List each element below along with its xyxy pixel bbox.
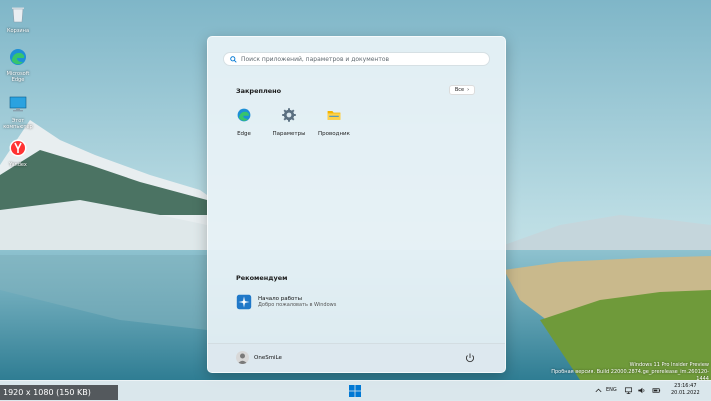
desktop-icon-label: Microsoft Edge bbox=[6, 71, 30, 83]
desktop-icon-edge[interactable]: Microsoft Edge bbox=[2, 47, 34, 83]
file-explorer-icon bbox=[327, 111, 341, 120]
language-indicator[interactable]: ENG bbox=[606, 387, 617, 393]
chevron-right-icon: › bbox=[467, 87, 470, 93]
user-account-button[interactable]: OneSmiLe bbox=[236, 351, 282, 364]
pinned-app-edge[interactable]: Edge bbox=[224, 107, 264, 137]
edge-icon bbox=[237, 108, 251, 122]
settings-gear-icon bbox=[282, 108, 296, 122]
all-apps-button[interactable]: Все › bbox=[449, 85, 475, 95]
image-resolution-badge: 1920 x 1080 (150 KB) bbox=[0, 385, 118, 400]
windows-start-icon[interactable] bbox=[348, 384, 362, 398]
edge-icon bbox=[10, 49, 26, 65]
recommended-item-subtitle: Добро пожаловать в Windows bbox=[258, 302, 337, 308]
network-icon[interactable] bbox=[624, 386, 633, 395]
desktop-icon-recycle-bin[interactable]: Корзина bbox=[2, 4, 34, 34]
power-icon[interactable] bbox=[464, 352, 476, 364]
computer-icon bbox=[9, 96, 27, 112]
desktop-icon-label: Yandex bbox=[9, 162, 27, 168]
clock[interactable]: 23:16:47 20.01.2022 bbox=[671, 383, 700, 397]
recommended-section-title: Рекомендуем bbox=[236, 274, 288, 282]
pinned-app-label: Edge bbox=[237, 131, 251, 137]
desktop-icon-label: Корзина bbox=[6, 28, 30, 34]
pinned-app-file-explorer[interactable]: Проводник bbox=[314, 107, 354, 137]
clock-time: 23:16:47 bbox=[674, 383, 697, 389]
yandex-browser-icon bbox=[9, 139, 27, 157]
pinned-app-label: Проводник bbox=[318, 131, 350, 137]
pinned-app-label: Параметры bbox=[272, 131, 306, 137]
start-menu: Поиск приложений, параметров и документо… bbox=[207, 36, 506, 373]
volume-icon[interactable] bbox=[637, 386, 646, 395]
pinned-section-title: Закреплено bbox=[236, 87, 282, 95]
start-search-input[interactable]: Поиск приложений, параметров и документо… bbox=[223, 52, 490, 66]
start-menu-footer: OneSmiLe bbox=[208, 343, 505, 372]
recycle-bin-icon bbox=[12, 7, 24, 23]
desktop-icon-label: Этот компьютер bbox=[3, 118, 33, 130]
clock-date: 20.01.2022 bbox=[671, 390, 700, 396]
desktop-icon-this-pc[interactable]: Этот компьютер bbox=[2, 94, 34, 130]
battery-icon[interactable] bbox=[652, 386, 661, 395]
user-icon bbox=[237, 353, 248, 364]
search-placeholder: Поиск приложений, параметров и документо… bbox=[241, 55, 390, 63]
search-icon bbox=[230, 55, 237, 63]
pinned-app-settings[interactable]: Параметры bbox=[269, 107, 309, 137]
all-apps-label: Все bbox=[454, 87, 465, 93]
chevron-up-icon[interactable] bbox=[594, 386, 603, 395]
avatar bbox=[236, 351, 249, 364]
user-name: OneSmiLe bbox=[254, 354, 282, 361]
get-started-icon bbox=[236, 294, 252, 310]
recommended-item-get-started[interactable]: Начало работы Добро пожаловать в Windows bbox=[236, 293, 336, 311]
desktop-icon-yandex[interactable]: Yandex bbox=[2, 138, 34, 168]
watermark-edition: Windows 11 Pro Insider Preview bbox=[629, 362, 709, 368]
